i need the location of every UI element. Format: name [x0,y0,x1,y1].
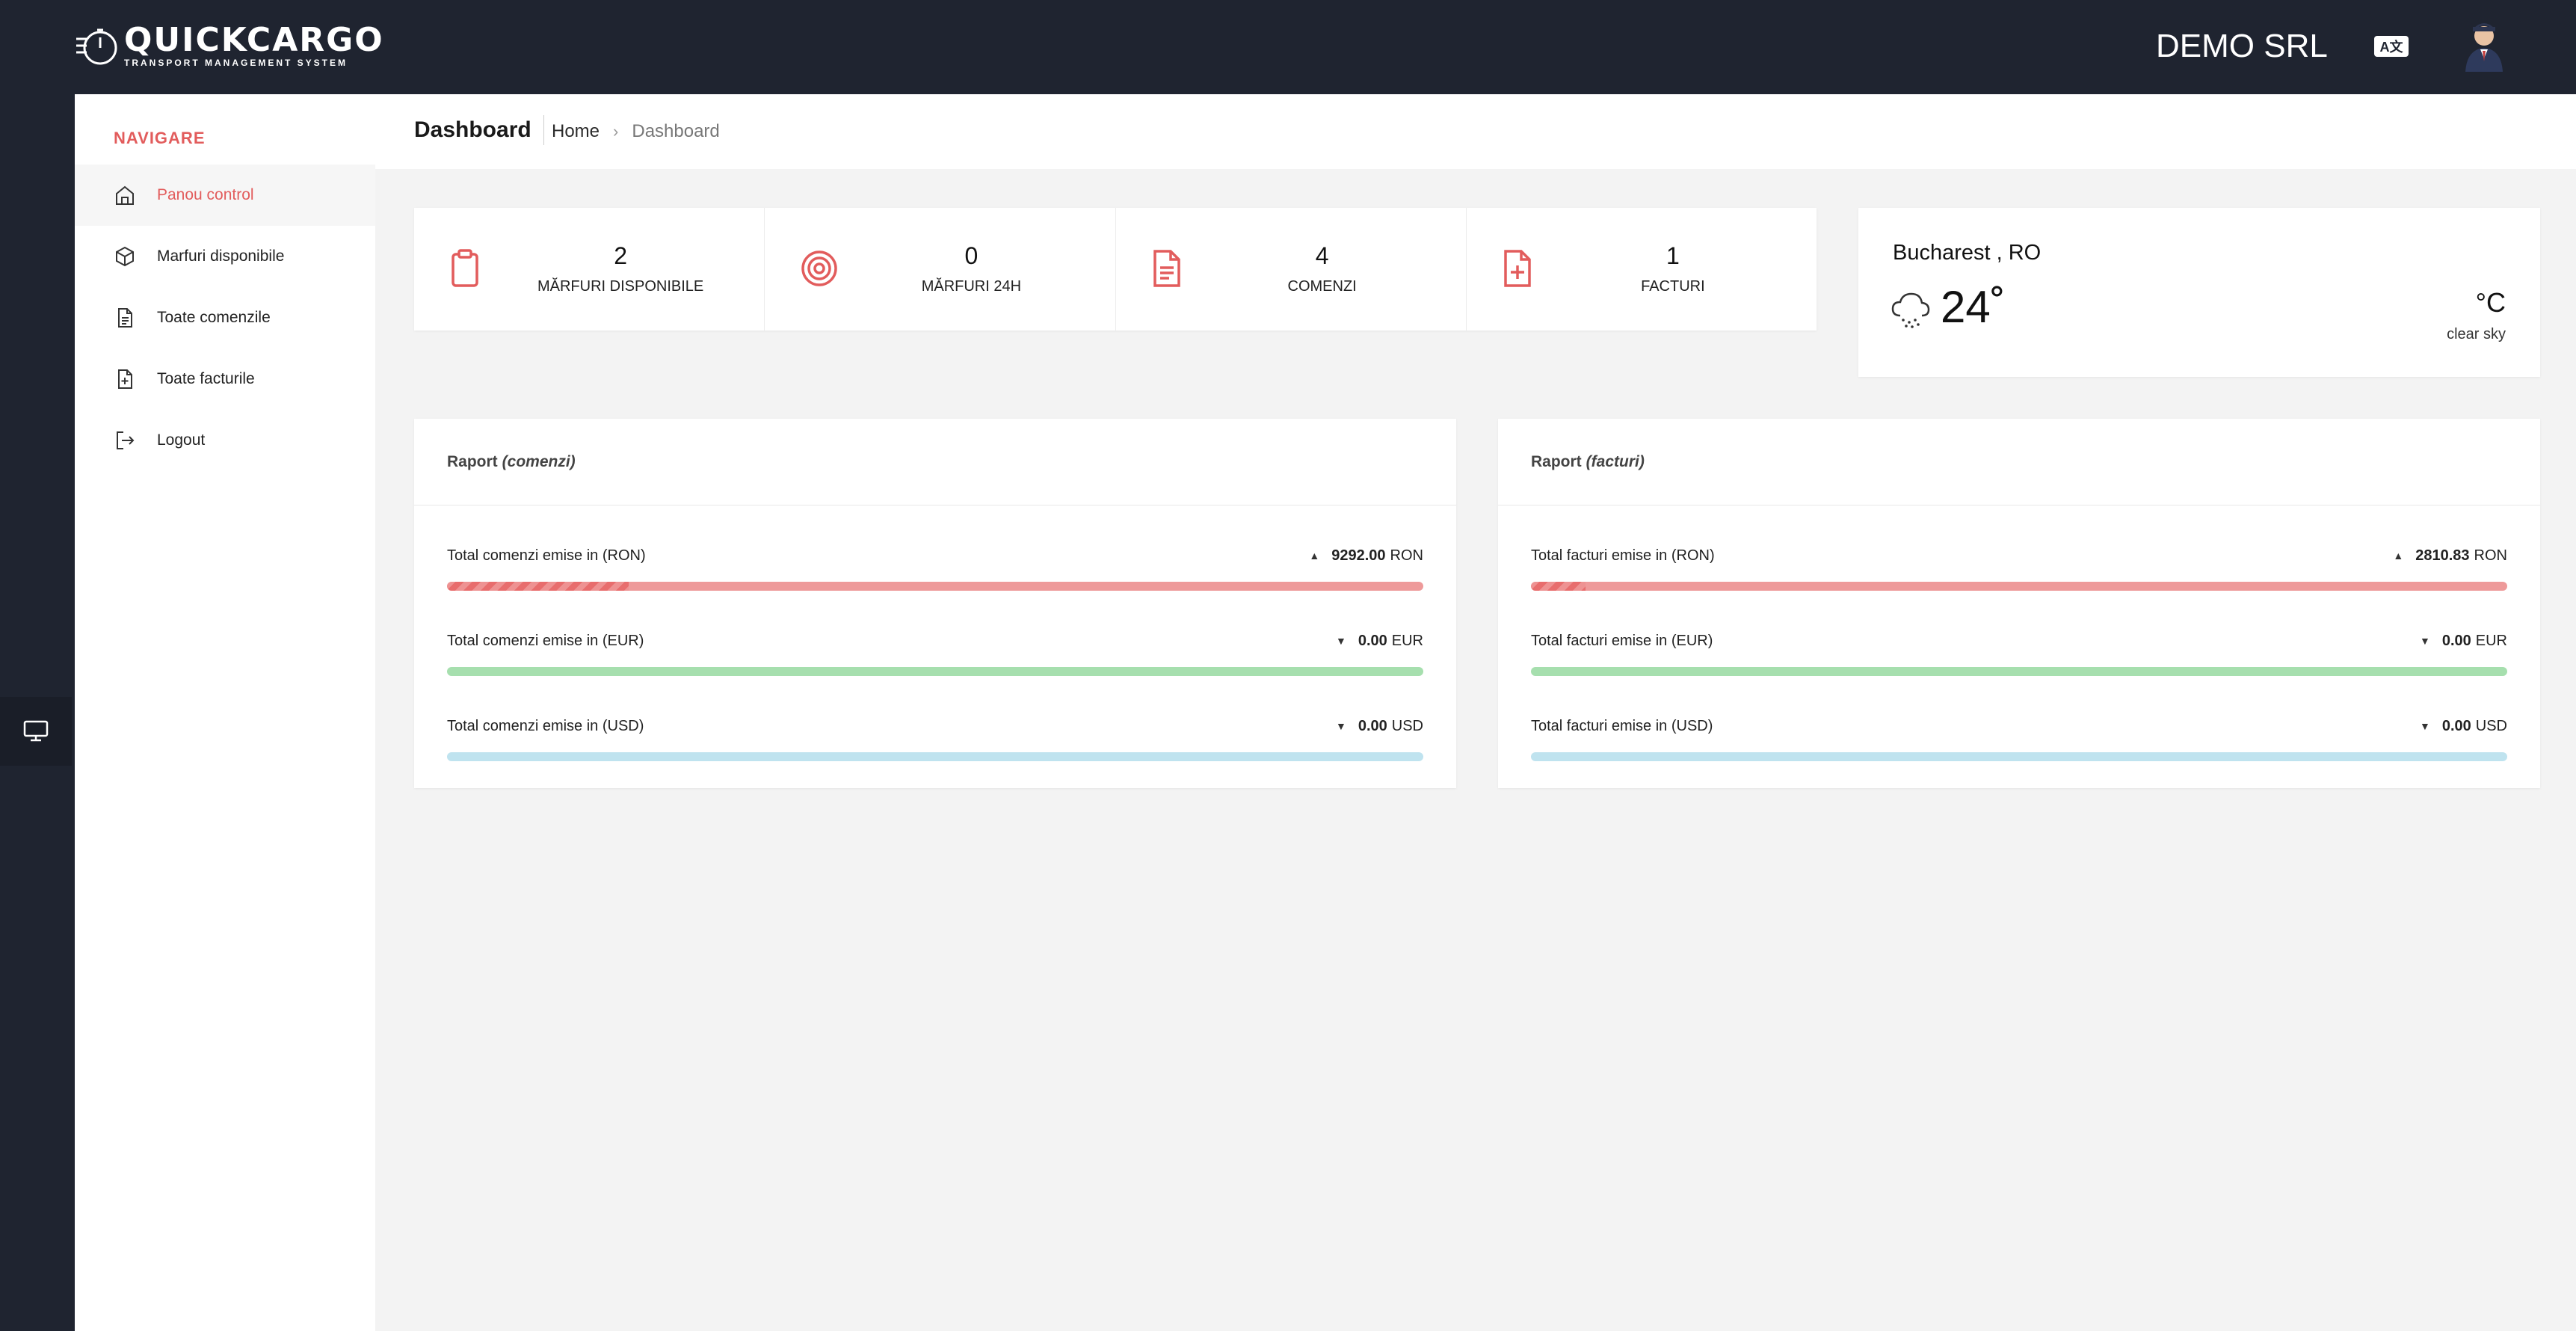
weather-city: Bucharest , RO [1893,241,2042,265]
metric-label: Total comenzi emise in (EUR) [447,632,644,649]
sidebar-item-label: Toate facturile [157,370,255,387]
sidebar-item-label: Toate comenzile [157,309,271,326]
weather-unit: °C [2475,287,2506,318]
report-subtitle: (facturi) [1586,452,1645,470]
progress-bar [1531,667,2507,676]
report-facturi-card: Raport (facturi) Total facturi emise in … [1498,419,2540,788]
caret-down-icon: ▼ [1335,720,1346,732]
stat-marfuri-24h[interactable]: 0 MĂRFURI 24H [765,208,1116,331]
company-name: DEMO SRL [2156,28,2328,64]
metric-currency: RON [2474,547,2507,564]
metric-value: 0.00 [1358,717,1387,734]
breadcrumb-home-link[interactable]: Home [552,118,600,145]
caret-up-icon: ▲ [1309,550,1320,562]
metric-currency: USD [1391,717,1423,734]
stat-comenzi[interactable]: 4 COMENZI [1116,208,1467,331]
stat-label: FACTURI [1641,278,1705,295]
sidebar-item-label: Marfuri disponibile [157,248,285,265]
metric-currency: USD [2475,717,2507,734]
metric-value: 0.00 [2441,717,2471,734]
progress-bar [447,752,1423,761]
sidebar-item-logout[interactable]: Logout [75,410,375,471]
caret-up-icon: ▲ [2393,550,2404,562]
metric-value: 0.00 [2441,632,2471,649]
stat-facturi[interactable]: 1 FACTURI [1467,208,1817,331]
metric-currency: EUR [2475,632,2507,649]
stat-marfuri-disponibile[interactable]: 2 MĂRFURI DISPONIBILE [414,208,765,331]
sidebar-item-toate-comenzile[interactable]: Toate comenzile [75,287,375,348]
top-bar: QUICKCARGO TRANSPORT MANAGEMENT SYSTEM D… [0,0,2576,94]
progress-bar-fill [447,582,629,591]
sidebar-item-label: Panou control [157,186,254,203]
metric-currency: RON [1390,547,1423,564]
user-avatar[interactable] [2459,19,2509,72]
metric-currency: EUR [1391,632,1423,649]
report-title-text: Raport [447,452,498,470]
report-title: Raport (facturi) [1498,419,2540,505]
stat-label: MĂRFURI DISPONIBILE [537,278,704,295]
metric-facturi-ron: Total facturi emise in (RON) ▲ 2810.83 RON [1531,544,2507,591]
metric-value: 0.00 [1358,632,1387,649]
metric-facturi-eur: Total facturi emise in (EUR) ▼ 0.00 EUR [1531,630,2507,676]
caret-down-icon: ▼ [2419,635,2430,647]
sidebar: NAVIGARE Panou control Marfuri disponibi… [75,94,375,1331]
weather-description: clear sky [2447,326,2506,342]
weather-card: Bucharest , RO 24˚ °C clear sky [1858,208,2540,377]
app-logo[interactable]: QUICKCARGO TRANSPORT MANAGEMENT SYSTEM [75,22,384,70]
cloud-drizzle-icon [1891,292,1930,328]
menu-clock-icon [76,28,117,65]
stat-value: 4 [1315,242,1329,269]
metric-value: 9292.00 [1331,547,1386,564]
breadcrumb: Home › Dashboard [552,118,720,145]
progress-bar [1531,582,2507,591]
metric-label: Total facturi emise in (USD) [1531,717,1713,734]
nav-header: NAVIGARE [114,129,206,147]
metric-label: Total comenzi emise in (RON) [447,547,646,564]
chevron-right-icon: › [613,122,619,141]
progress-bar-fill [1531,582,1586,591]
metric-comenzi-eur: Total comenzi emise in (EUR) ▼ 0.00 EUR [447,630,1423,676]
metric-comenzi-usd: Total comenzi emise in (USD) ▼ 0.00 USD [447,715,1423,761]
breadcrumb-current: Dashboard [632,121,720,141]
metric-facturi-usd: Total facturi emise in (USD) ▼ 0.00 USD [1531,715,2507,761]
stats-card: 2 MĂRFURI DISPONIBILE 0 MĂRFURI 24H 4 CO… [414,208,1817,331]
document-icon [118,308,132,328]
box-icon [116,246,134,267]
caret-down-icon: ▼ [2419,720,2430,732]
weather-temperature: 24˚ [1941,282,2006,332]
progress-bar [1531,752,2507,761]
home-icon [116,185,134,205]
metric-value: 2810.83 [2415,547,2470,564]
stat-value: 1 [1666,242,1680,269]
monitor-icon [23,720,49,742]
logo-name: QUICKCARGO [124,21,384,59]
progress-bar [447,667,1423,676]
progress-bar [447,582,1423,591]
logout-icon [117,431,135,449]
stat-label: MĂRFURI 24H [921,278,1022,295]
stat-value: 0 [964,242,979,269]
main-content: Dashboard Home › Dashboard 2 MĂRFURI DIS… [375,94,2576,1331]
metric-label: Total facturi emise in (EUR) [1531,632,1713,649]
report-title: Raport (comenzi) [414,419,1456,505]
metric-label: Total comenzi emise in (USD) [447,717,644,734]
sidebar-item-label: Logout [157,431,206,449]
page-title: Dashboard [414,115,544,145]
stat-value: 2 [614,242,628,269]
metric-comenzi-ron: Total comenzi emise in (RON) ▲ 9292.00 RON [447,544,1423,591]
logo-subtitle: TRANSPORT MANAGEMENT SYSTEM [124,58,348,68]
invoice-icon [118,369,132,389]
report-title-text: Raport [1531,452,1582,470]
report-subtitle: (comenzi) [502,452,576,470]
monitor-toggle-button[interactable] [0,697,72,766]
metric-label: Total facturi emise in (RON) [1531,547,1715,564]
report-comenzi-card: Raport (comenzi) Total comenzi emise in … [414,419,1456,788]
caret-down-icon: ▼ [1335,635,1346,647]
stat-label: COMENZI [1287,278,1357,295]
translate-icon[interactable]: A文 [2374,36,2409,57]
sidebar-item-toate-facturile[interactable]: Toate facturile [75,348,375,410]
page-header: Dashboard Home › Dashboard [375,94,2576,169]
sidebar-item-marfuri-disponibile[interactable]: Marfuri disponibile [75,226,375,287]
sidebar-item-panou-control[interactable]: Panou control [75,165,375,226]
